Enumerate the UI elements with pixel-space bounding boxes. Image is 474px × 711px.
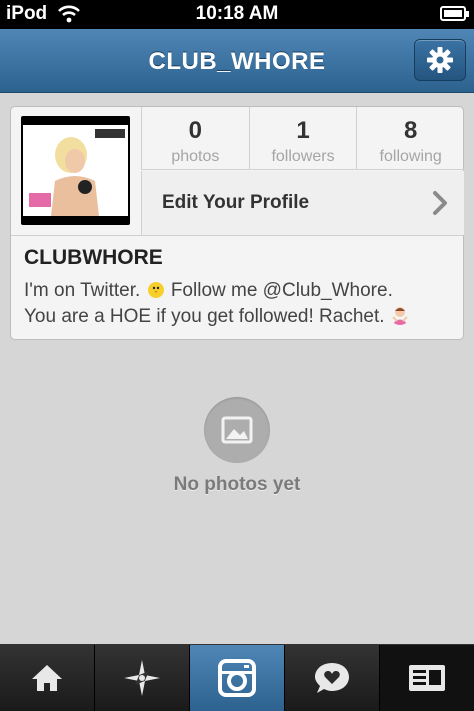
tab-camera[interactable] xyxy=(190,645,285,711)
empty-state-text: No photos yet xyxy=(173,474,301,495)
profile-photo xyxy=(23,125,128,216)
tab-bar xyxy=(0,644,474,711)
profile-card-icon xyxy=(409,665,445,691)
news-bubble-icon xyxy=(315,663,349,693)
tab-profile[interactable] xyxy=(380,645,474,711)
home-icon xyxy=(32,665,62,691)
following-count: 8 xyxy=(404,117,418,144)
photo-icon xyxy=(204,397,270,463)
camera-icon xyxy=(218,659,256,697)
chevron-right-icon xyxy=(433,191,447,215)
navigation-bar: CLUB_WHORE xyxy=(0,29,474,93)
divider xyxy=(11,235,463,236)
photos-count: 0 xyxy=(188,117,203,144)
edit-profile-label: Edit Your Profile xyxy=(162,192,310,213)
stats-row: 0 photos 1 followers 8 following xyxy=(141,107,464,170)
status-bar: iPod 10:18 AM xyxy=(0,0,474,29)
edit-profile-button[interactable]: Edit Your Profile xyxy=(141,171,464,235)
followers-label: followers xyxy=(271,148,335,165)
bio-text-1: I'm on Twitter. xyxy=(24,280,141,301)
stat-following[interactable]: 8 following xyxy=(357,107,464,169)
tab-home[interactable] xyxy=(0,645,95,711)
tab-explore[interactable] xyxy=(95,645,190,711)
battery-icon xyxy=(440,6,469,21)
person-gesture-emoji-icon xyxy=(391,307,408,325)
clock: 10:18 AM xyxy=(195,3,279,24)
bio-text-2: Follow me @Club_Whore. xyxy=(170,280,393,301)
stat-photos[interactable]: 0 photos xyxy=(142,107,250,169)
page-title: CLUB_WHORE xyxy=(148,48,326,75)
followers-count: 1 xyxy=(296,117,310,144)
profile-username: CLUBWHORE xyxy=(24,246,163,269)
following-label: following xyxy=(379,148,442,165)
avatar[interactable] xyxy=(21,116,130,225)
bio-text-3: You are a HOE if you get followed! Rache… xyxy=(24,306,385,327)
explore-star-icon xyxy=(124,660,160,696)
profile-card: 0 photos 1 followers 8 following Edit Yo… xyxy=(10,106,464,340)
settings-button[interactable] xyxy=(414,39,466,81)
gear-icon xyxy=(427,47,453,73)
tab-news[interactable] xyxy=(285,645,380,711)
photos-label: photos xyxy=(171,148,220,165)
profile-bio: I'm on Twitter. Follow me @Club_Whore. Y… xyxy=(24,278,454,330)
stat-followers[interactable]: 1 followers xyxy=(250,107,358,169)
chick-emoji-icon xyxy=(147,282,164,298)
